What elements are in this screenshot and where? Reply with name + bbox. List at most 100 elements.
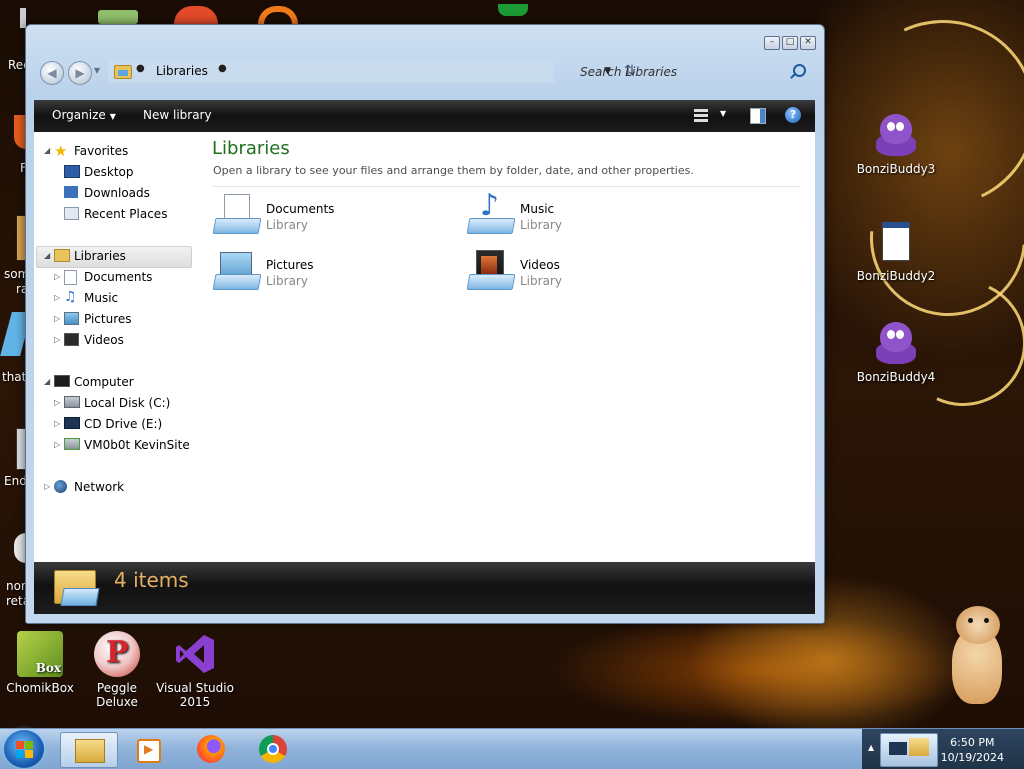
- content-area: ◢ ★ Favorites Desktop Downloads Recent P…: [34, 132, 815, 562]
- search-input[interactable]: [574, 61, 812, 83]
- expand-triangle-icon[interactable]: ◢: [44, 146, 50, 155]
- music-note-icon: ♫: [64, 289, 77, 305]
- window-app-icon: [882, 222, 910, 261]
- library-item-music[interactable]: ♪ Music Library: [466, 188, 686, 244]
- address-bar[interactable]: ● Libraries ● ▼ ⇅: [108, 61, 636, 83]
- search-box[interactable]: [574, 61, 814, 83]
- clock[interactable]: 6:50 PM 10/19/2024: [941, 735, 1004, 765]
- expand-triangle-icon[interactable]: ◢: [44, 377, 50, 386]
- library-type: Library: [520, 274, 562, 288]
- expand-triangle-icon[interactable]: ▷: [54, 335, 60, 344]
- chevron-down-icon: ▼: [109, 112, 116, 121]
- library-type: Library: [266, 218, 308, 232]
- expand-triangle-icon[interactable]: ▷: [54, 440, 60, 449]
- pictures-icon: [64, 312, 79, 325]
- desktop-icon-shortcut-partial[interactable]: that: [0, 312, 32, 386]
- desktop-icon-label: that: [2, 370, 27, 384]
- maximize-button[interactable]: □: [782, 36, 798, 50]
- desktop-icon-peggle[interactable]: P Peggle Deluxe: [77, 631, 157, 709]
- pictures-library-icon: [212, 250, 262, 294]
- start-button[interactable]: [4, 730, 44, 768]
- desktop-icon-partial[interactable]: som ra: [0, 215, 29, 300]
- recent-pages-dropdown[interactable]: ▼: [94, 66, 100, 75]
- bonzi-icon: [874, 110, 918, 158]
- new-library-button[interactable]: New library: [143, 108, 212, 122]
- desktop-icon-label: BonziBuddy3: [856, 162, 936, 176]
- taskbar-explorer-button[interactable]: [60, 732, 118, 768]
- breadcrumb-separator[interactable]: ●: [218, 63, 227, 74]
- change-view-icon[interactable]: [694, 109, 708, 122]
- nav-label: VM0b0t KevinSite: [84, 438, 190, 452]
- videos-icon: [64, 333, 79, 346]
- breadcrumb-separator[interactable]: ●: [136, 63, 145, 74]
- nav-label: Desktop: [84, 165, 134, 179]
- libraries-folder-icon: [114, 65, 132, 79]
- desktop-icon-top-partial[interactable]: [258, 6, 298, 24]
- documents-icon: [64, 270, 77, 285]
- desktop-icon-top-partial[interactable]: [174, 6, 218, 24]
- desktop-icon: [64, 165, 80, 178]
- videos-library-icon: [466, 250, 516, 294]
- desktop-icon-bonzibuddy3[interactable]: BonziBuddy3: [856, 110, 936, 176]
- desktop-icon-label: ChomikBox: [6, 681, 74, 695]
- explorer-folder-icon: [75, 739, 105, 763]
- details-pane: 4 items: [34, 562, 815, 614]
- library-name: Videos: [520, 258, 560, 272]
- back-arrow-icon: ◀: [47, 66, 57, 80]
- nav-label: Libraries: [74, 249, 126, 263]
- show-hidden-icons-button[interactable]: ▲: [868, 743, 874, 752]
- chrome-icon: [259, 735, 287, 763]
- clock-date: 10/19/2024: [940, 751, 1004, 764]
- library-name: Documents: [266, 202, 335, 216]
- desktop-icon-partial[interactable]: non reta: [0, 533, 30, 608]
- taskbar-media-player-button[interactable]: ▶: [120, 732, 176, 766]
- breadcrumb-libraries[interactable]: Libraries: [156, 64, 208, 78]
- expand-triangle-icon[interactable]: ▷: [54, 293, 60, 302]
- explorer-window[interactable]: – □ ✕ ◀ ▶ ▼ ● Libraries ● ▼ ⇅ Organize▼ …: [25, 24, 825, 624]
- back-button[interactable]: ◀: [40, 61, 64, 85]
- expand-triangle-icon[interactable]: ▷: [54, 419, 60, 428]
- documents-library-icon: [212, 194, 262, 238]
- view-options-dropdown[interactable]: ▼: [720, 109, 726, 118]
- nav-label: Recent Places: [84, 207, 168, 221]
- nav-label: Network: [74, 480, 125, 494]
- expand-triangle-icon[interactable]: ▷: [54, 272, 60, 281]
- expand-triangle-icon[interactable]: ▷: [44, 482, 50, 491]
- expand-triangle-icon[interactable]: ◢: [44, 251, 50, 260]
- preview-pane-icon[interactable]: [750, 108, 766, 124]
- desktop-icon-label: Visual Studio 2015: [156, 681, 234, 709]
- expand-triangle-icon[interactable]: ▷: [54, 314, 60, 323]
- desktop-icon-top-partial[interactable]: [98, 10, 138, 24]
- close-button[interactable]: ✕: [800, 36, 816, 50]
- hamster-desktop-pet[interactable]: [944, 606, 1006, 706]
- desktop-icon-firefox-partial[interactable]: F: [0, 115, 27, 180]
- desktop-icon-top-partial[interactable]: [498, 4, 528, 16]
- nav-label: CD Drive (E:): [84, 417, 163, 431]
- downloads-icon: [64, 186, 78, 198]
- desktop-icon-visual-studio[interactable]: Visual Studio 2015: [155, 631, 235, 709]
- library-item-documents[interactable]: Documents Library: [212, 194, 432, 244]
- tray-network-icon[interactable]: [880, 733, 938, 767]
- desktop-icon-chomikbox[interactable]: Box ChomikBox: [0, 631, 80, 695]
- taskbar-chrome-button[interactable]: [246, 732, 302, 766]
- firefox-icon: [197, 735, 225, 763]
- hard-drive-icon: [64, 396, 80, 408]
- desktop-icon-bonzibuddy4[interactable]: BonziBuddy4: [856, 318, 936, 384]
- help-icon[interactable]: ?: [785, 107, 801, 123]
- search-icon[interactable]: [793, 64, 806, 77]
- taskbar-firefox-button[interactable]: [184, 732, 240, 766]
- library-item-pictures[interactable]: Pictures Library: [212, 250, 432, 300]
- caption-buttons: – □ ✕: [764, 36, 816, 50]
- nav-label: Pictures: [84, 312, 132, 326]
- desktop-icon-label: End: [4, 474, 27, 488]
- organize-button[interactable]: Organize ▼: [52, 108, 116, 122]
- desktop-icon-partial[interactable]: End: [0, 428, 28, 493]
- forward-button[interactable]: ▶: [68, 61, 92, 85]
- desktop-icon-bonzibuddy2[interactable]: BonziBuddy2: [856, 222, 936, 283]
- command-bar: Organize ▼ New library ▼ ?: [34, 100, 815, 132]
- expand-triangle-icon[interactable]: ▷: [54, 398, 60, 407]
- library-item-videos[interactable]: Videos Library: [466, 250, 686, 300]
- minimize-button[interactable]: –: [764, 36, 780, 50]
- desktop-icon-recycle-bin[interactable]: Rec: [0, 8, 30, 78]
- desktop-icon-label: BonziBuddy4: [856, 370, 936, 384]
